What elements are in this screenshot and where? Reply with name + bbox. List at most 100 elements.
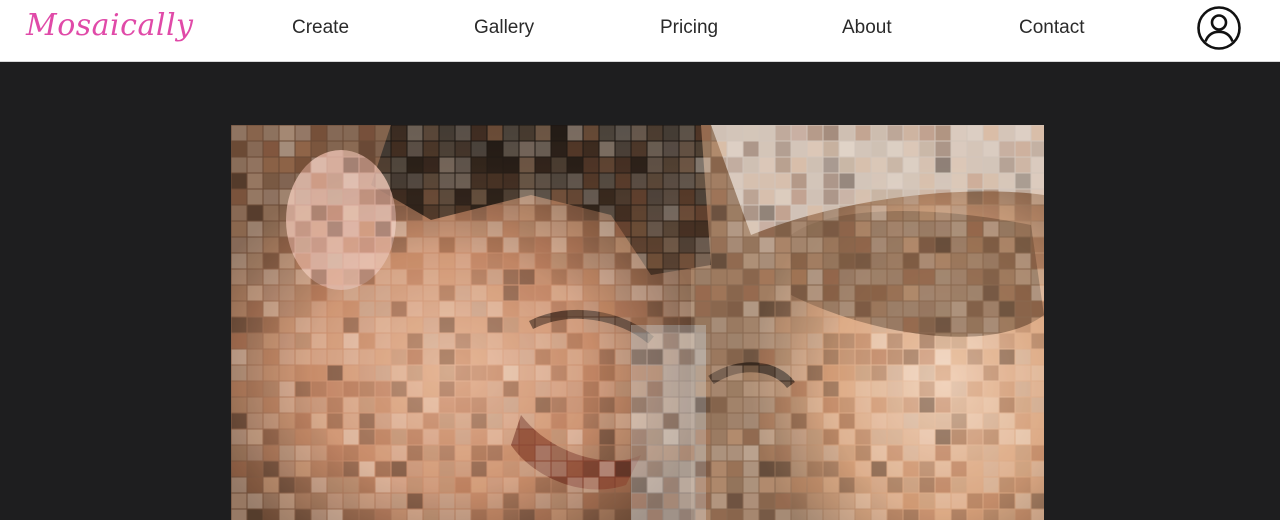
mosaic-tile <box>695 221 711 237</box>
nav-link-contact[interactable]: Contact <box>1019 16 1084 40</box>
mosaic-tile <box>535 253 551 269</box>
account-button[interactable] <box>1196 5 1242 51</box>
mosaic-tile <box>727 493 743 509</box>
mosaic-tile <box>695 413 711 429</box>
mosaic-tile <box>343 141 359 157</box>
mosaic-tile <box>903 477 919 493</box>
site-logo[interactable]: Mosaically <box>26 3 193 53</box>
mosaic-tile <box>1031 269 1044 285</box>
mosaic-tile <box>839 221 855 237</box>
mosaic-tile <box>599 493 615 509</box>
mosaic-tile <box>519 509 535 520</box>
mosaic-tile <box>295 269 311 285</box>
mosaic-tile <box>567 397 583 413</box>
mosaic-tile <box>231 461 247 477</box>
mosaic-tile <box>615 493 631 509</box>
mosaic-tile <box>455 461 471 477</box>
mosaic-tile <box>471 173 487 189</box>
mosaic-tile <box>519 349 535 365</box>
mosaic-tile <box>775 349 791 365</box>
mosaic-tile <box>615 413 631 429</box>
mosaic-tile <box>727 509 743 520</box>
mosaic-tile <box>759 349 775 365</box>
mosaic-tile <box>983 509 999 520</box>
mosaic-tile <box>407 285 423 301</box>
mosaic-tile <box>247 221 263 237</box>
mosaic-tile <box>247 493 263 509</box>
mosaic-tile <box>359 205 375 221</box>
mosaic-tile <box>967 397 983 413</box>
mosaic-tile <box>855 141 871 157</box>
mosaic-tile <box>231 253 247 269</box>
mosaic-tile <box>343 269 359 285</box>
mosaic-tile <box>519 141 535 157</box>
mosaic-tile <box>743 413 759 429</box>
nav-link-about[interactable]: About <box>842 16 892 40</box>
mosaic-tile <box>535 413 551 429</box>
mosaic-tile <box>311 381 327 397</box>
mosaic-tile <box>743 493 759 509</box>
mosaic-tile <box>663 365 679 381</box>
mosaic-tile <box>775 141 791 157</box>
mosaic-tile <box>311 413 327 429</box>
mosaic-tile <box>967 461 983 477</box>
mosaic-tile <box>679 301 695 317</box>
mosaic-tile <box>439 221 455 237</box>
mosaic-tile <box>1015 429 1031 445</box>
mosaic-tile <box>967 349 983 365</box>
mosaic-tile <box>855 221 871 237</box>
mosaic-tile <box>391 365 407 381</box>
nav-link-create[interactable]: Create <box>292 16 349 40</box>
mosaic-tile <box>311 125 327 141</box>
mosaic-tile <box>375 157 391 173</box>
mosaic-tile <box>295 189 311 205</box>
mosaic-tile <box>679 365 695 381</box>
mosaic-tile <box>295 125 311 141</box>
nav-link-gallery[interactable]: Gallery <box>474 16 534 40</box>
mosaic-tile <box>775 189 791 205</box>
mosaic-tile <box>231 157 247 173</box>
mosaic-tile <box>231 429 247 445</box>
mosaic-tile <box>423 317 439 333</box>
mosaic-tile <box>743 365 759 381</box>
mosaic-tile <box>999 221 1015 237</box>
mosaic-tile <box>711 413 727 429</box>
mosaic-tile <box>951 461 967 477</box>
mosaic-tile <box>519 173 535 189</box>
mosaic-tile <box>887 205 903 221</box>
mosaic-tile <box>359 509 375 520</box>
mosaic-tile <box>743 333 759 349</box>
mosaic-tile <box>407 205 423 221</box>
mosaic-tile <box>775 205 791 221</box>
mosaic-tile <box>359 157 375 173</box>
mosaic-tile <box>615 317 631 333</box>
mosaic-tile <box>999 317 1015 333</box>
mosaic-tile <box>359 429 375 445</box>
mosaic-tile <box>727 301 743 317</box>
mosaic-tile <box>391 237 407 253</box>
mosaic-tile <box>327 461 343 477</box>
mosaic-tile <box>359 301 375 317</box>
mosaic-tile <box>407 413 423 429</box>
mosaic-tile <box>567 317 583 333</box>
nav-link-pricing[interactable]: Pricing <box>660 16 718 40</box>
mosaic-tile <box>775 413 791 429</box>
mosaic-tile <box>231 493 247 509</box>
mosaic-tile <box>1015 477 1031 493</box>
mosaic-tile <box>663 477 679 493</box>
mosaic-tile <box>231 285 247 301</box>
mosaic-tile <box>647 509 663 520</box>
mosaic-tile <box>263 285 279 301</box>
mosaic-tile <box>615 397 631 413</box>
mosaic-tile <box>871 141 887 157</box>
mosaic-tile <box>887 237 903 253</box>
mosaic-tile <box>471 365 487 381</box>
mosaic-tile <box>759 445 775 461</box>
mosaic-tile <box>263 141 279 157</box>
mosaic-tile <box>1015 301 1031 317</box>
mosaic-tile <box>551 205 567 221</box>
mosaic-tile <box>263 157 279 173</box>
mosaic-tile <box>951 269 967 285</box>
mosaic-tile <box>423 253 439 269</box>
mosaic-tile <box>615 461 631 477</box>
